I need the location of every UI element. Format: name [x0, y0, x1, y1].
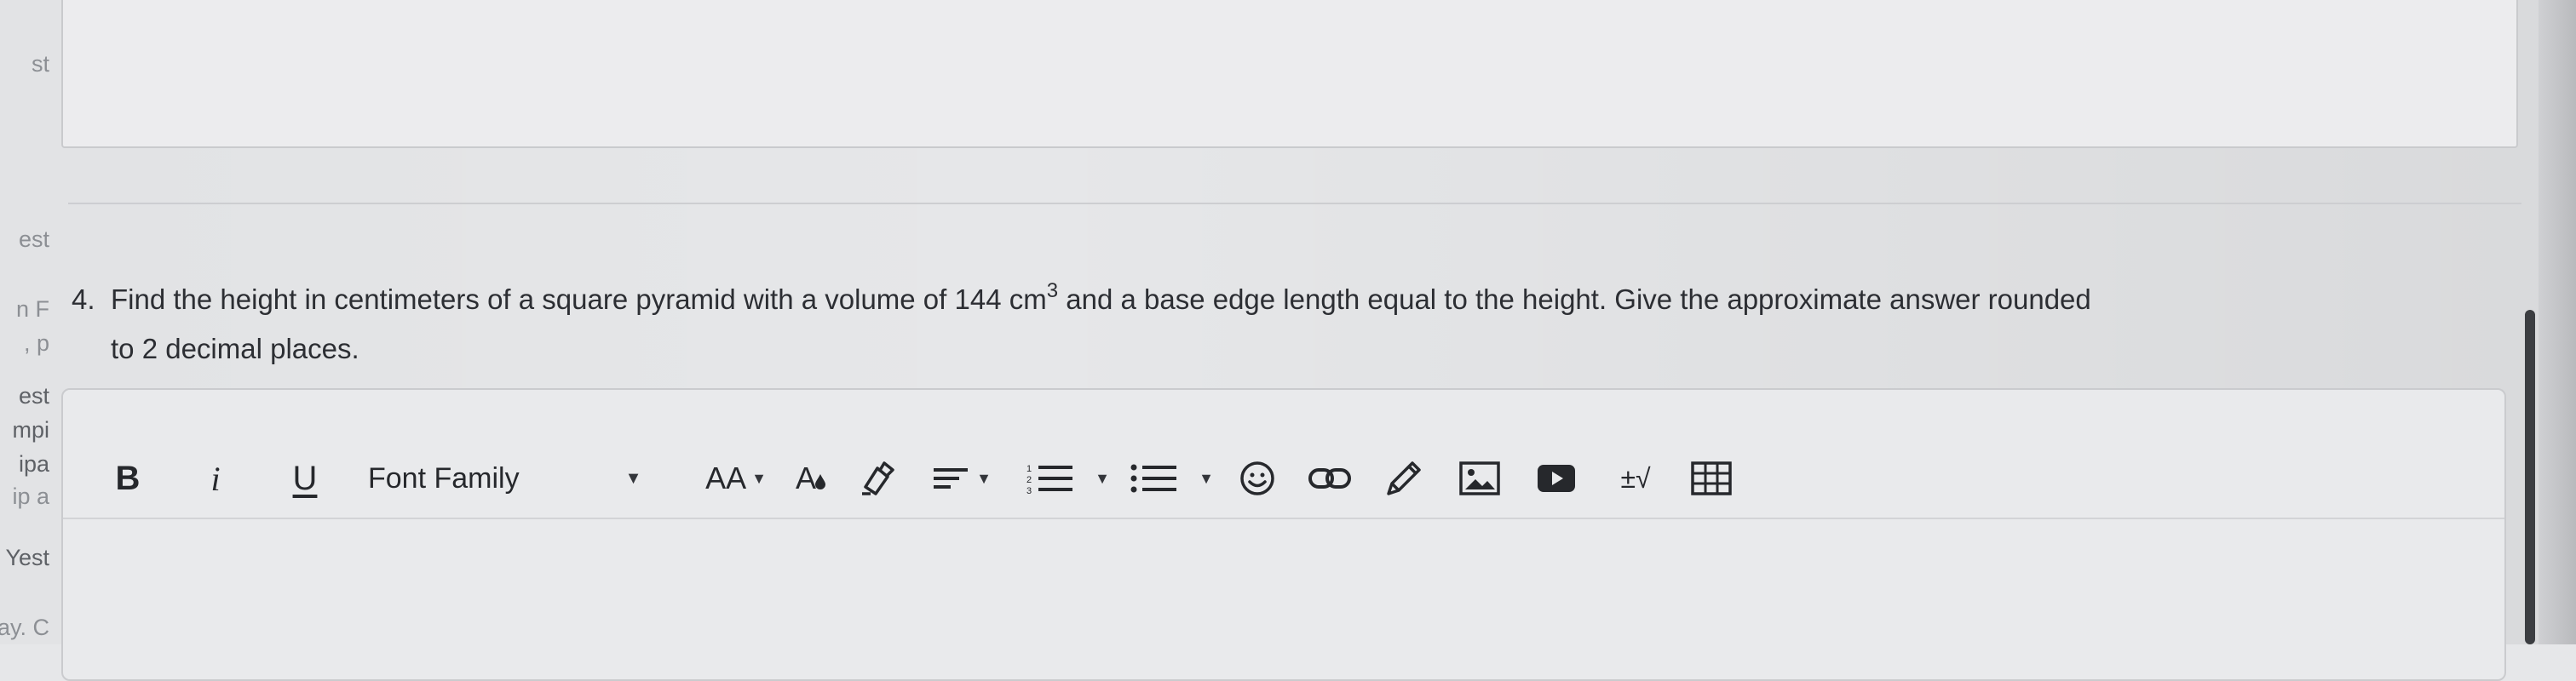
question-line-1: 4. Find the height in centimeters of a sq… [72, 275, 2508, 324]
chevron-down-icon: ▼ [976, 469, 992, 487]
table-icon [1691, 461, 1732, 495]
left-sidebar: st est n F , p est mpi ipa ip a Yest ay.… [0, 0, 56, 644]
font-size-icon: AA [705, 461, 747, 495]
unordered-list-icon [1130, 464, 1177, 493]
draw-button[interactable] [1378, 455, 1429, 502]
italic-button[interactable]: i [203, 455, 228, 502]
math-equation-button[interactable]: ±√ [1601, 455, 1670, 502]
underline-button[interactable]: U [286, 455, 324, 502]
question-text: 4. Find the height in centimeters of a sq… [72, 275, 2508, 374]
font-family-dropdown[interactable]: Font Family ▼ [368, 455, 675, 502]
ordered-list-dropdown[interactable]: 1 2 3 ▼ [1021, 455, 1114, 502]
svg-text:1: 1 [1026, 464, 1032, 474]
sidebar-fragment: est [18, 226, 49, 252]
question-line-2: to 2 decimal places. [111, 333, 359, 364]
sidebar-fragment: , p [23, 330, 49, 356]
previous-answer-box[interactable] [61, 0, 2518, 148]
link-button[interactable] [1300, 455, 1360, 502]
chevron-down-icon: ▼ [751, 469, 767, 487]
highlight-button[interactable] [852, 455, 903, 502]
sidebar-fragment: Yest [5, 545, 49, 570]
link-icon [1308, 468, 1351, 489]
sidebar-fragment: st [31, 51, 49, 77]
ink-drop-icon [814, 474, 825, 489]
emoji-button[interactable] [1232, 455, 1283, 502]
table-button[interactable] [1682, 455, 1741, 502]
page-scrollbar[interactable] [2525, 310, 2535, 644]
align-dropdown[interactable]: ▼ [923, 455, 1000, 502]
bold-button[interactable]: B [111, 455, 145, 502]
editor-toolbar: B i U Font Family ▼ AA ▼ A ▼ 1 2 3 ▼ ▼ ±… [63, 390, 2504, 519]
image-button[interactable] [1450, 455, 1509, 502]
image-icon [1459, 461, 1500, 495]
question-text-part-1: Find the height in centimeters of a squa… [111, 283, 1047, 315]
question-number: 4. [72, 283, 95, 315]
pencil-icon [1387, 461, 1421, 495]
video-icon [1538, 465, 1575, 492]
highlight-icon [862, 461, 894, 495]
math-icon: ±√ [1620, 462, 1651, 494]
video-button[interactable] [1527, 455, 1586, 502]
text-color-button[interactable]: A [780, 455, 831, 502]
sidebar-fragment: ipa [18, 451, 49, 477]
sidebar-fragment: est [18, 383, 49, 409]
rich-text-editor[interactable]: B i U Font Family ▼ AA ▼ A ▼ 1 2 3 ▼ ▼ ±… [61, 388, 2506, 681]
text-color-icon: A [795, 461, 825, 496]
text-color-letter: A [795, 461, 816, 495]
chevron-down-icon: ▼ [1199, 469, 1214, 487]
font-family-label: Font Family [368, 461, 520, 495]
question-divider [68, 203, 2521, 204]
svg-text:3: 3 [1026, 486, 1032, 495]
sidebar-fragment: ay. C [0, 615, 49, 640]
chevron-down-icon: ▼ [1095, 469, 1110, 487]
ordered-list-icon: 1 2 3 [1026, 464, 1073, 495]
sidebar-fragment: mpi [12, 417, 49, 443]
sidebar-fragment: ip a [12, 484, 49, 509]
unordered-list-dropdown[interactable]: ▼ [1124, 455, 1218, 502]
emoji-icon [1240, 461, 1274, 495]
chevron-down-icon: ▼ [624, 468, 642, 488]
svg-text:2: 2 [1026, 475, 1032, 485]
underline-icon: U [292, 459, 318, 497]
editor-content-area[interactable] [63, 519, 2504, 679]
unit-exponent: 3 [1046, 279, 1059, 302]
question-text-part-2: and a base edge length equal to the heig… [1058, 283, 2091, 315]
font-size-dropdown[interactable]: AA ▼ [693, 455, 779, 502]
italic-icon: i [210, 459, 221, 498]
window-right-edge [2539, 0, 2576, 644]
sidebar-fragment: n F [15, 296, 49, 322]
align-icon [934, 468, 969, 489]
bold-icon: B [115, 459, 141, 497]
